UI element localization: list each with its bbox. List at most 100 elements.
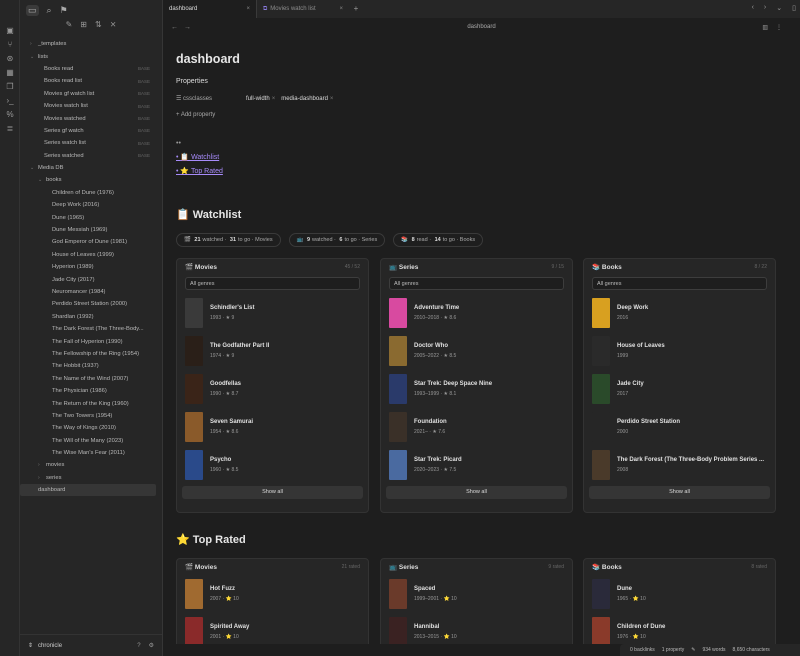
git-branch-icon[interactable]: ⑂ xyxy=(0,38,20,52)
tree-item[interactable]: ⌄ lists xyxy=(20,50,162,62)
media-item[interactable]: Foundation 2021– · ★ 7.6 xyxy=(381,408,572,446)
chevron-icon[interactable]: › xyxy=(38,462,46,468)
tree-item[interactable]: The Name of the Wind (2007) xyxy=(20,373,162,385)
back-icon[interactable]: ‹ xyxy=(752,4,754,12)
tree-item[interactable]: The Dark Forest (The Three-Body... xyxy=(20,323,162,335)
database-icon[interactable]: ≣ xyxy=(0,122,20,136)
search-icon[interactable]: ⌕ xyxy=(47,5,52,16)
forward-icon[interactable]: › xyxy=(764,4,766,12)
view-actions-icon[interactable]: ▥⋮ xyxy=(762,24,790,31)
media-item[interactable]: Deep Work 2016 xyxy=(584,294,775,332)
tree-item[interactable]: The Physician (1986) xyxy=(20,385,162,397)
close-tab-icon[interactable]: × xyxy=(246,6,250,12)
property-value-pill[interactable]: media-dashboard × xyxy=(281,96,333,102)
toc-link-top-rated[interactable]: • ⭐ Top Rated xyxy=(176,167,223,175)
tree-item[interactable]: The Hobbit (1937) xyxy=(20,360,162,372)
media-item[interactable]: Psycho 1960 · ★ 8.5 xyxy=(177,446,368,484)
sort-icon[interactable]: ⇅ xyxy=(95,20,102,36)
media-item[interactable]: Doctor Who 2005–2022 · ★ 8.5 xyxy=(381,332,572,370)
terminal-icon[interactable]: ›_ xyxy=(0,94,20,108)
collapse-all-icon[interactable]: ⨯ xyxy=(110,20,117,36)
show-all-button[interactable]: Show all xyxy=(386,486,567,499)
property-value-pill[interactable]: full-width × xyxy=(246,96,275,102)
tree-item[interactable]: Shardlan (1992) xyxy=(20,311,162,323)
edit-icon[interactable]: ✎ xyxy=(691,647,695,653)
vault-switcher-icon[interactable]: ⇕ xyxy=(28,642,33,649)
tree-item[interactable]: Movies gf watch list BASE xyxy=(20,88,162,100)
tree-item[interactable]: ⌄ Media DB xyxy=(20,162,162,174)
media-item[interactable]: Star Trek: Picard 2020–2023 · ★ 7.5 xyxy=(381,446,572,484)
tree-item[interactable]: Perdido Street Station (2000) xyxy=(20,298,162,310)
tree-item[interactable]: Series watched BASE xyxy=(20,150,162,162)
show-all-button[interactable]: Show all xyxy=(589,486,770,499)
property-row[interactable]: ☰ cssclasses full-width × media-dashboard… xyxy=(176,95,339,103)
calendar-icon[interactable]: ▦ xyxy=(0,66,20,80)
help-icon[interactable]: ? xyxy=(137,643,140,649)
chevron-icon[interactable]: ⌄ xyxy=(38,177,46,183)
media-item[interactable]: Jade City 2017 xyxy=(584,370,775,408)
media-item[interactable]: Hannibal 2013–2015 · ⭐ 10 xyxy=(381,613,572,644)
genre-select[interactable]: All genres xyxy=(592,277,767,290)
tree-item[interactable]: Deep Work (2016) xyxy=(20,199,162,211)
media-item[interactable]: Hot Fuzz 2007 · ⭐ 10 xyxy=(177,575,368,613)
tree-item[interactable]: The Wise Man's Fear (2011) xyxy=(20,447,162,459)
tree-item[interactable]: The Fellowship of the Ring (1954) xyxy=(20,348,162,360)
graph-icon[interactable]: ⊛ xyxy=(0,52,20,66)
tab-list-icon[interactable]: ⌄ xyxy=(776,4,782,12)
tab-dashboard[interactable]: dashboard × xyxy=(163,0,256,18)
tree-item[interactable]: The Return of the King (1960) xyxy=(20,397,162,409)
nav-arrows-icon[interactable]: ←→ xyxy=(171,24,197,31)
media-item[interactable]: Perdido Street Station 2000 xyxy=(584,408,775,446)
media-item[interactable]: Adventure Time 2010–2018 · ★ 8.6 xyxy=(381,294,572,332)
settings-icon[interactable]: ⚙ xyxy=(149,642,154,649)
chevron-icon[interactable]: › xyxy=(38,475,46,481)
tree-item[interactable]: Movies watched BASE xyxy=(20,112,162,124)
chevron-icon[interactable]: ⌄ xyxy=(30,165,38,171)
tree-item[interactable]: God Emperor of Dune (1981) xyxy=(20,236,162,248)
percent-icon[interactable]: % xyxy=(0,108,20,122)
show-all-button[interactable]: Show all xyxy=(182,486,363,499)
media-item[interactable]: The Dark Forest (The Three-Body Problem … xyxy=(584,446,775,484)
chevron-icon[interactable]: ⌄ xyxy=(30,54,38,60)
media-item[interactable]: Spirited Away 2001 · ⭐ 10 xyxy=(177,613,368,644)
new-folder-icon[interactable]: ⊞ xyxy=(80,20,87,36)
tree-item[interactable]: › movies xyxy=(20,459,162,471)
media-item[interactable]: The Godfather Part II 1974 · ★ 9 xyxy=(177,332,368,370)
tree-item[interactable]: The Fall of Hyperion (1990) xyxy=(20,335,162,347)
tree-item[interactable]: Hyperion (1989) xyxy=(20,261,162,273)
media-item[interactable]: House of Leaves 1999 xyxy=(584,332,775,370)
chevron-icon[interactable]: › xyxy=(30,41,38,47)
tree-item[interactable]: Children of Dune (1976) xyxy=(20,187,162,199)
tree-item[interactable]: dashboard xyxy=(20,484,156,497)
tree-item[interactable]: › series xyxy=(20,472,162,484)
media-item[interactable]: Goodfellas 1990 · ★ 8.7 xyxy=(177,370,368,408)
new-tab-button[interactable]: + xyxy=(349,0,363,18)
tree-item[interactable]: Series watch list BASE xyxy=(20,137,162,149)
tree-item[interactable]: The Will of the Many (2023) xyxy=(20,435,162,447)
new-note-icon[interactable]: ✎ xyxy=(66,20,73,36)
media-item[interactable]: Star Trek: Deep Space Nine 1993–1999 · ★ … xyxy=(381,370,572,408)
right-sidebar-toggle-icon[interactable]: ▯ xyxy=(792,4,796,12)
folder-open-icon[interactable]: ▣ xyxy=(0,24,20,38)
tree-item[interactable]: Jade City (2017) xyxy=(20,273,162,285)
media-item[interactable]: Children of Dune 1976 · ⭐ 10 xyxy=(584,613,775,644)
tree-item[interactable]: › _templates xyxy=(20,38,162,50)
bookmark-icon[interactable]: ⚑ xyxy=(60,5,68,16)
tree-item[interactable]: The Two Towers (1954) xyxy=(20,410,162,422)
close-tab-icon[interactable]: × xyxy=(339,6,343,12)
files-tab-icon[interactable]: ▭ xyxy=(26,4,39,16)
tab-movies-watch-list[interactable]: ⧉ Movies watch list × xyxy=(256,0,349,18)
media-item[interactable]: Dune 1965 · ⭐ 10 xyxy=(584,575,775,613)
copy-icon[interactable]: ❐ xyxy=(0,80,20,94)
tree-item[interactable]: House of Leaves (1999) xyxy=(20,249,162,261)
backlinks-count[interactable]: 0 backlinks xyxy=(630,647,655,653)
tree-item[interactable]: Dune (1965) xyxy=(20,211,162,223)
tree-item[interactable]: Series gf watch BASE xyxy=(20,125,162,137)
tree-item[interactable]: The Way of Kings (2010) xyxy=(20,422,162,434)
tree-item[interactable]: Books read list BASE xyxy=(20,75,162,87)
tree-item[interactable]: Dune Messiah (1969) xyxy=(20,224,162,236)
tree-item[interactable]: Movies watch list BASE xyxy=(20,100,162,112)
media-item[interactable]: Seven Samurai 1954 · ★ 8.6 xyxy=(177,408,368,446)
toc-link-watchlist[interactable]: • 📋 Watchlist xyxy=(176,153,223,161)
genre-select[interactable]: All genres xyxy=(389,277,564,290)
